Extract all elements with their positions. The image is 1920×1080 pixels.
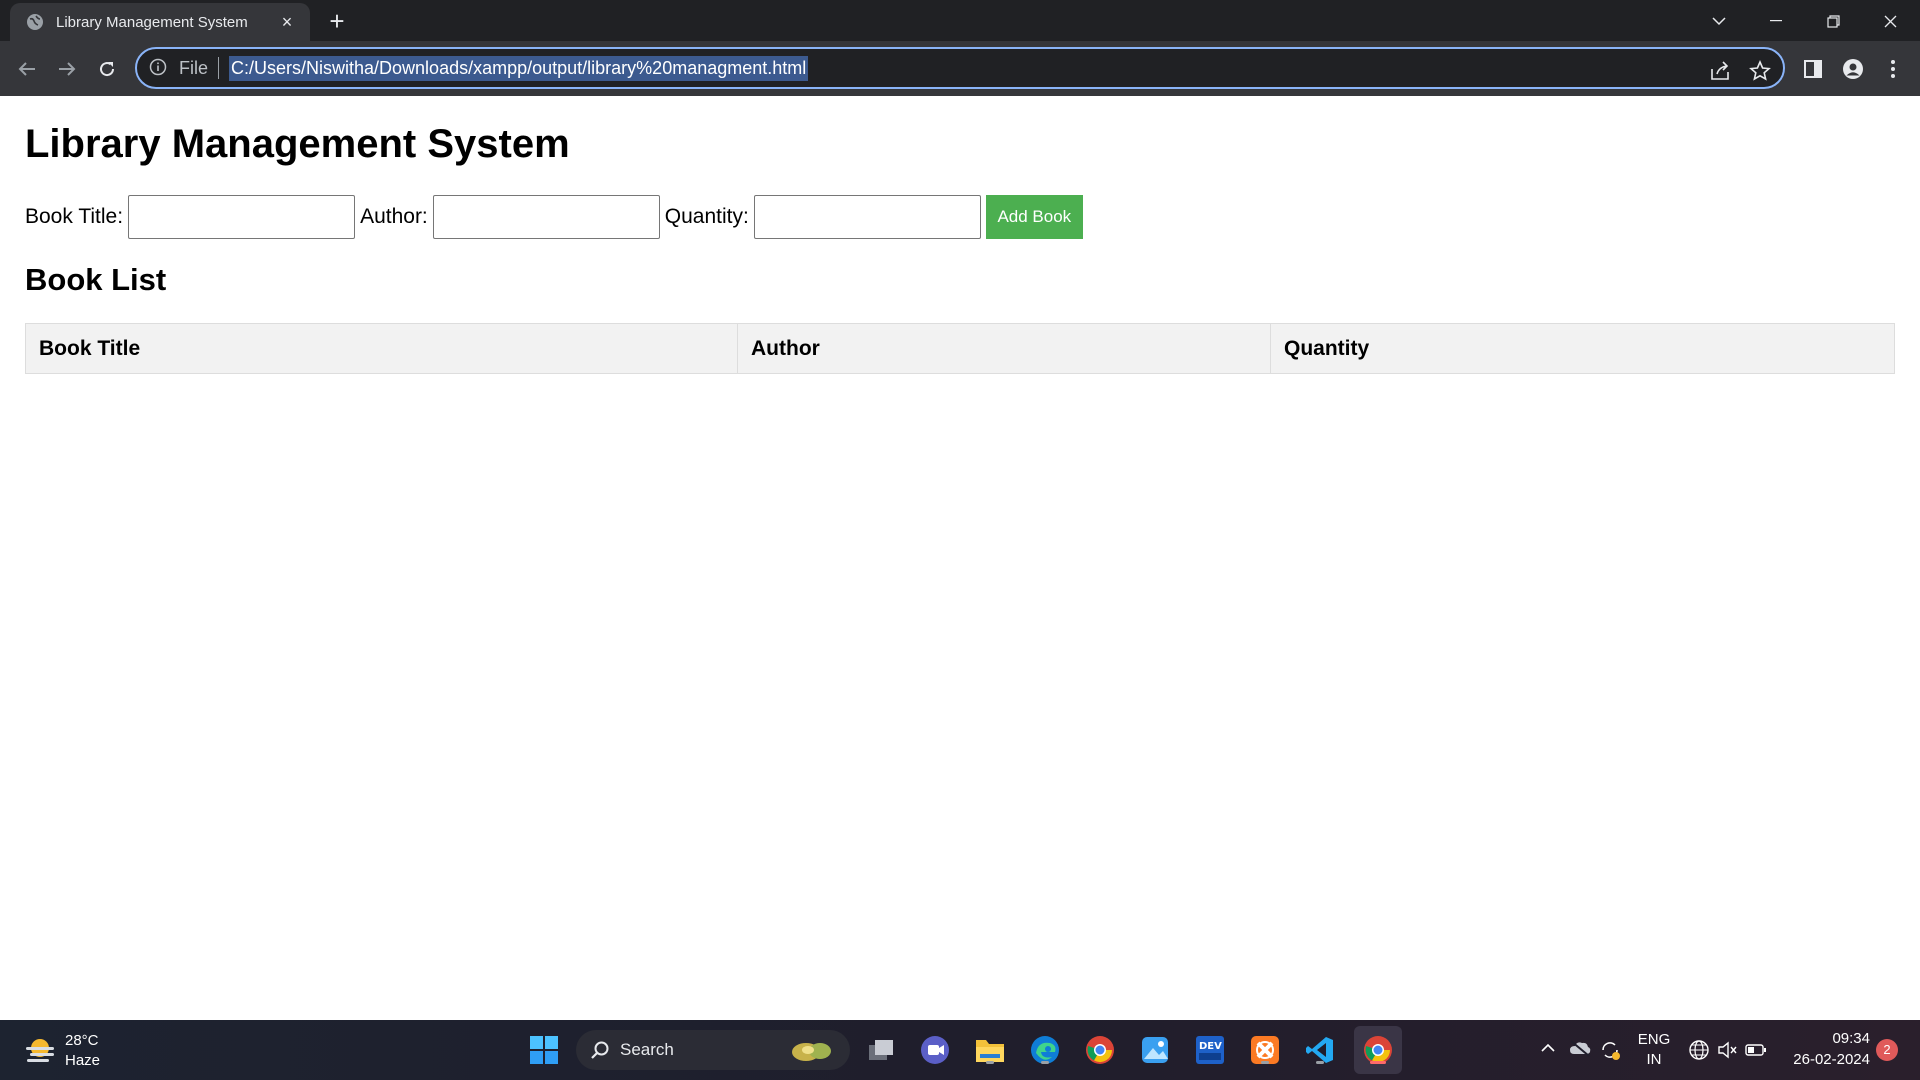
reload-icon[interactable]	[91, 53, 123, 85]
taskbar: 28°C Haze Search DEV ENG IN 09:34 26-02-…	[0, 1020, 1920, 1080]
author-label: Author:	[360, 205, 428, 228]
quantity-label: Quantity:	[664, 205, 749, 228]
omnibox-divider	[218, 57, 220, 79]
page-content: Library Management System Book Title: Au…	[0, 96, 1920, 1020]
volume-muted-icon[interactable]	[1716, 1039, 1738, 1061]
info-icon[interactable]	[149, 58, 169, 78]
column-header-quantity: Quantity	[1270, 323, 1895, 374]
share-icon[interactable]	[1709, 60, 1733, 84]
tab-title: Library Management System	[56, 13, 248, 31]
minimize-icon[interactable]	[1753, 4, 1799, 38]
search-icon	[590, 1040, 610, 1060]
book-title-label: Book Title:	[25, 205, 124, 228]
weather-description[interactable]: Haze	[65, 1052, 100, 1069]
running-indicator	[1261, 1061, 1269, 1064]
chevron-up-icon[interactable]	[1539, 1039, 1561, 1061]
clock-time[interactable]: 09:34	[1780, 1030, 1870, 1047]
bookmark-star-icon[interactable]	[1749, 60, 1773, 84]
column-header-author: Author	[737, 323, 1271, 374]
quantity-input[interactable]	[753, 195, 981, 239]
xampp-icon[interactable]	[1248, 1033, 1282, 1067]
language-indicator[interactable]: ENG	[1636, 1031, 1672, 1048]
svg-text:DEV: DEV	[1199, 1041, 1222, 1052]
column-header-book-title: Book Title	[25, 323, 738, 374]
browser-toolbar: File C:/Users/Niswitha/Downloads/xampp/o…	[0, 41, 1920, 96]
devtools-icon[interactable]: DEV	[1193, 1033, 1227, 1067]
search-highlight-icon	[786, 1036, 838, 1064]
restore-icon[interactable]	[1810, 4, 1856, 38]
add-book-form: Book Title: Author: Quantity: Add Book	[25, 195, 1083, 239]
book-title-input[interactable]	[128, 195, 356, 239]
page-title: Library Management System	[25, 122, 570, 166]
onedrive-offline-icon[interactable]	[1569, 1039, 1591, 1061]
globe-icon	[26, 13, 44, 31]
back-icon[interactable]	[11, 53, 43, 85]
url-text[interactable]: C:/Users/Niswitha/Downloads/xampp/output…	[229, 55, 809, 81]
profile-icon[interactable]	[1840, 56, 1866, 82]
book-table: Book Title Author Quantity	[25, 323, 1895, 374]
forward-icon[interactable]	[51, 53, 83, 85]
address-bar[interactable]: File C:/Users/Niswitha/Downloads/xampp/o…	[135, 47, 1785, 89]
side-panel-icon[interactable]	[1800, 56, 1826, 82]
menu-icon[interactable]	[1880, 56, 1906, 82]
add-book-button[interactable]: Add Book	[985, 195, 1083, 239]
browser-titlebar: Library Management System × +	[0, 0, 1920, 41]
tab-search-icon[interactable]	[1696, 4, 1742, 38]
tab-close-icon[interactable]: ×	[276, 12, 298, 33]
language-region[interactable]: IN	[1636, 1051, 1672, 1068]
clock-date[interactable]: 26-02-2024	[1780, 1051, 1870, 1068]
author-input[interactable]	[432, 195, 660, 239]
new-tab-button[interactable]: +	[322, 8, 352, 36]
weather-haze-icon[interactable]	[24, 1035, 56, 1065]
notification-badge[interactable]: 2	[1876, 1039, 1898, 1061]
network-globe-icon[interactable]	[1688, 1039, 1710, 1061]
vscode-icon[interactable]	[1303, 1033, 1337, 1067]
browser-tab[interactable]: Library Management System ×	[10, 3, 310, 41]
weather-temperature[interactable]: 28°C	[65, 1032, 99, 1049]
battery-icon[interactable]	[1745, 1039, 1767, 1061]
running-indicator	[986, 1061, 994, 1064]
chrome-icon[interactable]	[1083, 1033, 1117, 1067]
running-indicator	[1041, 1061, 1049, 1064]
photos-icon[interactable]	[1138, 1033, 1172, 1067]
chrome-active-icon[interactable]	[1361, 1033, 1395, 1067]
search-label: Search	[620, 1040, 674, 1059]
taskbar-search[interactable]: Search	[576, 1030, 850, 1070]
running-indicator	[1316, 1061, 1324, 1064]
table-header-row: Book Title Author Quantity	[25, 323, 1895, 374]
meet-icon[interactable]	[918, 1033, 952, 1067]
edge-icon[interactable]	[1028, 1033, 1062, 1067]
close-window-icon[interactable]	[1867, 4, 1913, 38]
scheme-label: File	[179, 57, 209, 78]
start-icon[interactable]	[527, 1033, 561, 1067]
book-list-title: Book List	[25, 262, 167, 297]
active-indicator	[1370, 1061, 1386, 1064]
task-view-icon[interactable]	[864, 1033, 898, 1067]
file-explorer-icon[interactable]	[973, 1033, 1007, 1067]
sync-icon[interactable]	[1599, 1039, 1621, 1061]
